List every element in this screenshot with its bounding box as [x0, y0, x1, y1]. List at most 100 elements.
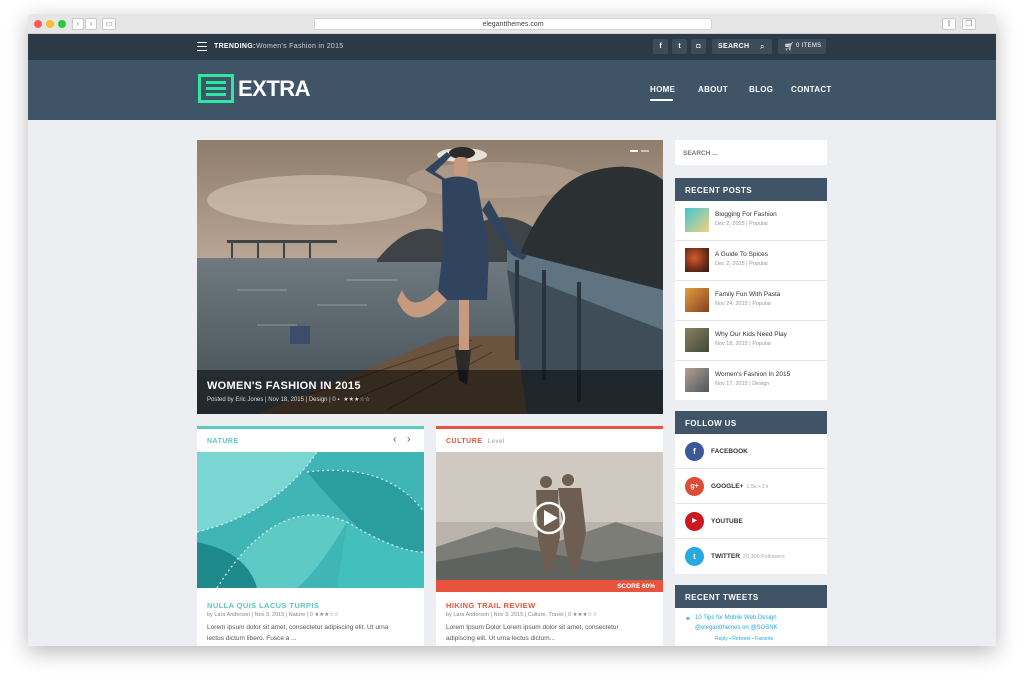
- featured-post[interactable]: WOMEN'S FASHION IN 2015 Posted by Eric J…: [197, 140, 663, 414]
- zoom-window-icon[interactable]: [58, 20, 66, 28]
- search-icon[interactable]: ⌕: [760, 42, 765, 52]
- featured-meta-row: Posted by Eric Jones | Nov 18, 2015 | De…: [207, 396, 370, 403]
- follow-us-heading: FOLLOW US: [675, 411, 827, 434]
- recent-post-title[interactable]: Women's Fashion In 2015: [715, 371, 790, 378]
- nav-about[interactable]: ABOUT: [698, 85, 728, 94]
- follow-count: 20,305 Followers: [742, 554, 785, 560]
- culture-meta-row: by Lara Anderson | Nov 3, 2015 | Culture…: [446, 612, 597, 618]
- featured-image: [197, 140, 663, 414]
- recent-post-thumbnail[interactable]: [685, 288, 709, 312]
- nature-category-card: NATURE ‹ › NULLA QUIS LACUS TURPIS by La…: [197, 426, 424, 646]
- recent-post-meta: Nov 24, 2015 | Popular: [715, 301, 772, 307]
- featured-meta: Posted by Eric Jones | Nov 18, 2015 | De…: [207, 397, 336, 403]
- cart-count: 0 ITEMS: [796, 43, 822, 49]
- follow-label[interactable]: TWITTER: [711, 553, 740, 560]
- next-arrow-icon[interactable]: ›: [407, 434, 410, 445]
- tweet-text[interactable]: 10 Tips for Mobile Web Design: [695, 615, 777, 621]
- extra-logo-icon[interactable]: [198, 74, 234, 103]
- cart-button[interactable]: 🛒︎ 0 ITEMS: [778, 39, 826, 54]
- nature-excerpt-line2: lectus dictum libero. Fusce a ...: [207, 635, 297, 642]
- nav-blog[interactable]: BLOG: [749, 85, 773, 94]
- tweet-actions[interactable]: Reply • Retweet • Favorite: [715, 636, 773, 642]
- nav-home[interactable]: HOME: [650, 85, 675, 94]
- trending-label: TRENDING:: [214, 43, 256, 50]
- minimize-window-icon[interactable]: [46, 20, 54, 28]
- follow-count: 1.5k +1's: [746, 484, 769, 490]
- recent-post-thumbnail[interactable]: [685, 368, 709, 392]
- culture-video-thumbnail[interactable]: [436, 452, 663, 580]
- recent-post-thumbnail[interactable]: [685, 328, 709, 352]
- follow-label[interactable]: GOOGLE+: [711, 483, 743, 490]
- forward-icon[interactable]: ›: [85, 18, 97, 30]
- address-bar[interactable]: elegantthemes.com: [314, 18, 712, 30]
- facebook-icon[interactable]: f: [653, 39, 668, 54]
- featured-title[interactable]: WOMEN'S FASHION IN 2015: [207, 380, 361, 392]
- trending-link[interactable]: Women's Fashion in 2015: [256, 43, 344, 50]
- recent-post-item[interactable]: A Guide To Spices Dec 2, 2015 | Popular: [675, 241, 827, 281]
- recent-post-thumbnail[interactable]: [685, 248, 709, 272]
- sidebar-toggle-icon[interactable]: ▭: [102, 18, 116, 30]
- nature-excerpt-line1: Lorem ipsum dolor sit amet, consectetur …: [207, 624, 389, 631]
- tabs-icon[interactable]: ❐: [962, 18, 976, 30]
- culture-excerpt: Lorem Ipsum Dolor Lorem ipsum dolor sit …: [446, 622, 619, 644]
- follow-googleplus[interactable]: g+ GOOGLE+ 1.5k +1's: [675, 469, 827, 504]
- sidebar-search[interactable]: [675, 140, 827, 165]
- recent-post-title[interactable]: Blogging For Fashion: [715, 211, 777, 218]
- google-plus-icon[interactable]: g+: [685, 477, 704, 496]
- recent-post-title[interactable]: Family Fun With Pasta: [715, 291, 780, 298]
- culture-header-row: CULTURE Level: [446, 438, 505, 445]
- culture-meta: by Lara Anderson | Nov 3, 2015 | Culture…: [446, 612, 572, 618]
- follow-twitter[interactable]: t TWITTER 20,305 Followers: [675, 539, 827, 574]
- culture-excerpt-line1: Lorem Ipsum Dolor Lorem ipsum dolor sit …: [446, 624, 619, 631]
- score-badge: SCORE 60%: [436, 580, 663, 592]
- logo-text[interactable]: EXTRA: [238, 76, 311, 102]
- nav-contact[interactable]: CONTACT: [791, 85, 832, 94]
- prev-arrow-icon[interactable]: ‹: [393, 434, 396, 445]
- instagram-icon[interactable]: ◘: [691, 39, 706, 54]
- recent-post-item[interactable]: Family Fun With Pasta Nov 24, 2015 | Pop…: [675, 281, 827, 321]
- recent-post-item[interactable]: Blogging For Fashion Dec 2, 2015 | Popul…: [675, 201, 827, 241]
- follow-facebook[interactable]: f FACEBOOK: [675, 434, 827, 469]
- close-window-icon[interactable]: [34, 20, 42, 28]
- tweet-text-line2[interactable]: @elegantthemes on @SOSNK: [695, 625, 778, 631]
- browser-toolbar: ‹ › ▭ elegantthemes.com ⇧ ❐: [28, 14, 996, 34]
- recent-post-item[interactable]: Why Our Kids Need Play Nov 18, 2015 | Po…: [675, 321, 827, 361]
- follow-label[interactable]: FACEBOOK: [711, 448, 748, 455]
- nature-header[interactable]: NATURE: [207, 438, 239, 445]
- recent-post-meta: Nov 18, 2015 | Popular: [715, 341, 772, 347]
- recent-post-meta: Dec 2, 2015 | Popular: [715, 261, 769, 267]
- culture-post-title[interactable]: HIKING TRAIL REVIEW: [446, 601, 536, 610]
- sidebar-search-input[interactable]: [683, 147, 819, 159]
- share-icon[interactable]: ⇧: [942, 18, 956, 30]
- comment-icon: ▪: [337, 397, 340, 403]
- nature-image[interactable]: [197, 452, 424, 588]
- recent-post-meta: Nov 17, 2015 | Design: [715, 381, 770, 387]
- site-header: EXTRA HOME ABOUT BLOG CONTACT: [28, 60, 996, 120]
- back-icon[interactable]: ‹: [72, 18, 84, 30]
- recent-post-item[interactable]: Women's Fashion In 2015 Nov 17, 2015 | D…: [675, 361, 827, 401]
- recent-post-thumbnail[interactable]: [685, 208, 709, 232]
- follow-label[interactable]: YOUTUBE: [711, 518, 743, 525]
- nature-excerpt: Lorem ipsum dolor sit amet, consectetur …: [207, 622, 388, 644]
- facebook-icon[interactable]: f: [685, 442, 704, 461]
- culture-header[interactable]: CULTURE: [446, 438, 482, 445]
- twitter-icon[interactable]: t: [672, 39, 687, 54]
- recent-posts-widget: RECENT POSTS Blogging For Fashion Dec 2,…: [675, 178, 827, 400]
- follow-us-widget: FOLLOW US f FACEBOOK g+ GOOGLE+ 1.5k +1's…: [675, 411, 827, 574]
- recent-tweets-widget: RECENT TWEETS ✦ 10 Tips for Mobile Web D…: [675, 585, 827, 646]
- nature-post-title[interactable]: NULLA QUIS LACUS TURPIS: [207, 601, 319, 610]
- youtube-icon[interactable]: ▶: [685, 512, 704, 531]
- follow-youtube[interactable]: ▶ YOUTUBE: [675, 504, 827, 539]
- cart-icon: 🛒︎: [784, 42, 795, 51]
- recent-post-title[interactable]: Why Our Kids Need Play: [715, 331, 787, 338]
- culture-subheader: Level: [487, 439, 505, 445]
- culture-category-card: CULTURE Level SCORE 60% HIKING TRAIL REV…: [436, 426, 663, 646]
- recent-post-title[interactable]: A Guide To Spices: [715, 251, 768, 258]
- search-box[interactable]: SEARCH ⌕: [712, 39, 772, 54]
- twitter-icon[interactable]: t: [685, 547, 704, 566]
- browser-window: ‹ › ▭ elegantthemes.com ⇧ ❐ TRENDING: Wo…: [28, 14, 996, 646]
- culture-rating: ★★★☆☆: [572, 612, 598, 618]
- hamburger-menu-icon[interactable]: [197, 42, 207, 51]
- nature-meta-row: by Lara Anderson | Nov 3, 2015 | Nature …: [207, 612, 339, 618]
- top-bar: TRENDING: Women's Fashion in 2015 f t ◘ …: [28, 34, 996, 60]
